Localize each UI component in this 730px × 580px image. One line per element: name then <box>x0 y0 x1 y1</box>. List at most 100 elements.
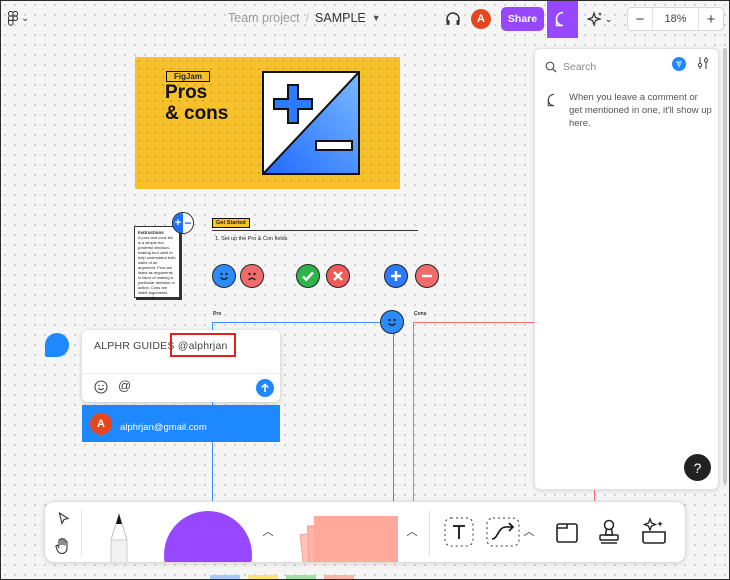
chevron-up-icon: ︿ <box>262 526 274 538</box>
divider <box>212 230 418 231</box>
plus-icon <box>273 84 313 124</box>
smile-icon <box>388 318 396 326</box>
swatch <box>210 575 240 580</box>
plus-sticker[interactable] <box>384 264 408 288</box>
sticky-note-tool[interactable] <box>293 510 403 562</box>
step-text: 1. Set up the Pro & Con fields <box>215 236 288 242</box>
text-tool[interactable] <box>443 516 475 548</box>
divider <box>81 510 82 556</box>
comment-settings-button[interactable] <box>697 56 711 72</box>
panel-scrollbar[interactable] <box>723 48 727 484</box>
figjam-badge: FigJam <box>166 71 210 82</box>
swatch <box>248 575 278 580</box>
hand-icon <box>55 537 68 555</box>
cursor-icon <box>58 512 70 526</box>
expand-sticky-tools-button[interactable]: ︿ <box>403 522 421 540</box>
text-icon <box>444 517 474 547</box>
smile-icon <box>220 272 228 280</box>
zoom-out-button[interactable]: − <box>628 11 652 28</box>
connector-icon <box>486 517 520 547</box>
minus-icon <box>315 140 353 151</box>
arrow-up-icon <box>261 383 269 392</box>
user-avatar[interactable]: A <box>471 9 491 29</box>
select-tool[interactable] <box>55 510 73 528</box>
filter-button[interactable] <box>672 57 686 71</box>
emoji-button[interactable] <box>94 380 108 394</box>
plus-icon <box>391 271 401 281</box>
marker-icon <box>110 512 128 562</box>
pro-column-label: Pro <box>213 311 222 317</box>
headphones-icon <box>446 12 460 25</box>
swatch <box>324 575 354 580</box>
connector-tool[interactable] <box>485 516 521 548</box>
get-started-label: Get Started <box>212 218 250 228</box>
comments-search-input[interactable] <box>563 61 663 73</box>
cross-sticker[interactable] <box>326 264 350 288</box>
filter-icon <box>676 61 682 67</box>
mention-suggestion-item[interactable]: A alphrjan@gmail.com <box>82 405 280 442</box>
plus-minus-illustration <box>264 73 358 173</box>
shape-color-tool[interactable] <box>163 510 253 562</box>
search-icon <box>545 61 557 73</box>
minus-sticker[interactable] <box>415 264 439 288</box>
mention-highlight <box>170 333 236 357</box>
sad-face-sticker[interactable] <box>240 264 264 288</box>
frown-icon <box>248 272 256 281</box>
smiley-icon <box>94 380 108 394</box>
stamp-tool[interactable] <box>593 516 625 548</box>
zoom-in-button[interactable]: + <box>699 11 723 28</box>
comment-composer: ALPHR GUIDES @alphrjan @ <box>82 330 280 402</box>
comments-panel: When you leave a comment or get mentione… <box>534 48 719 490</box>
empty-comments-message: When you leave a comment or get mentione… <box>547 92 712 130</box>
audio-chat-button[interactable] <box>444 10 462 28</box>
happy-face-sticker[interactable] <box>380 310 404 334</box>
more-tools-button[interactable] <box>637 514 671 548</box>
divider <box>82 373 280 374</box>
widgets-sparkle-icon <box>642 517 666 544</box>
send-comment-button[interactable] <box>256 379 274 397</box>
marker-tool[interactable] <box>101 512 137 562</box>
comment-text: ALPHR GUIDES <box>94 340 178 352</box>
zoom-level[interactable]: 18% <box>652 8 699 30</box>
help-button[interactable]: ? <box>684 454 711 481</box>
plus-minus-graphic <box>262 71 360 175</box>
comments-toggle-button[interactable] <box>547 0 578 38</box>
purple-circle-shape <box>164 511 252 562</box>
section-tool[interactable] <box>551 516 583 548</box>
instructions-card[interactable]: Instructions A pros and cons list is a s… <box>134 226 180 300</box>
main-menu-button[interactable]: ⌄ <box>8 11 29 26</box>
check-sticker[interactable] <box>296 264 320 288</box>
happy-face-sticker[interactable] <box>212 264 236 288</box>
section-icon <box>556 523 578 543</box>
hand-tool[interactable] <box>53 536 73 556</box>
comment-pin[interactable] <box>45 333 69 357</box>
instructions-text: A pros and cons list is a simple but pow… <box>138 235 176 300</box>
suggestion-avatar: A <box>90 412 112 435</box>
chevron-up-icon: ︿ <box>406 526 418 538</box>
figma-logo-icon <box>8 11 18 26</box>
empty-comments-text: When you leave a comment or get mentione… <box>569 92 712 129</box>
chevron-down-icon: ⌄ <box>21 13 30 24</box>
check-icon <box>302 271 314 282</box>
breadcrumb-file-name[interactable]: SAMPLE <box>315 11 366 25</box>
pros-cons-banner[interactable]: FigJam Pros & cons <box>135 57 400 189</box>
expand-drawing-tools-button[interactable]: ︿ <box>259 522 277 540</box>
zoom-control: − 18% + <box>627 7 724 31</box>
mention-button[interactable]: @ <box>118 378 131 393</box>
sparkle-icon <box>587 11 602 27</box>
expand-connector-tools-button[interactable]: ︿ <box>521 522 537 540</box>
share-button[interactable]: Share <box>501 7 544 31</box>
top-bar: ⌄ Team project / SAMPLE ▼ A Share ⌄ − 18… <box>0 0 730 38</box>
comment-icon <box>555 11 563 27</box>
sticky-note-stack <box>298 512 398 562</box>
chevron-down-icon[interactable]: ▼ <box>372 13 381 23</box>
color-swatches <box>210 575 354 580</box>
chevron-up-icon: ︿ <box>523 526 535 538</box>
minus-icon <box>422 274 432 278</box>
con-column-label: Cons <box>414 311 427 317</box>
breadcrumb-team[interactable]: Team project <box>228 11 300 25</box>
banner-title: Pros & cons <box>165 82 229 124</box>
ai-actions-button[interactable]: ⌄ <box>587 10 613 28</box>
chevron-down-icon: ⌄ <box>605 13 613 24</box>
breadcrumb-separator: / <box>305 11 310 25</box>
